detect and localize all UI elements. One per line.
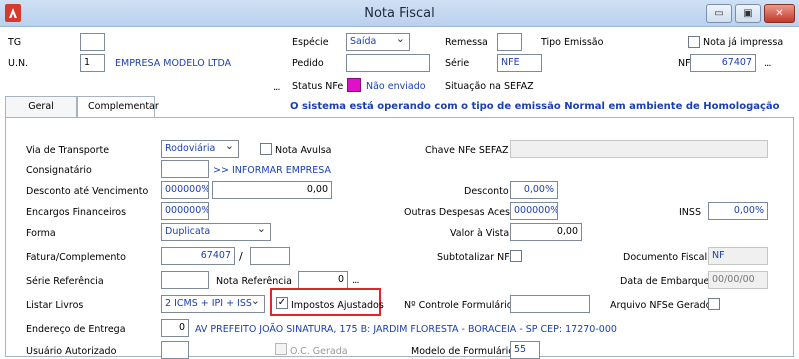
arquivo-nfse-checkbox[interactable] [708,298,720,310]
serie-ref-label: Série Referência [26,276,104,287]
fatura-label: Fatura/Complemento [26,252,126,263]
status-color-swatch [347,78,361,92]
status-nfe-value: Não enviado [366,81,426,92]
fatura-separator: / [239,250,243,263]
remessa-label: Remessa [445,37,488,48]
especie-select[interactable]: Saída [346,33,410,51]
desconto-label: Desconto [464,186,509,197]
desconto-input[interactable]: 0,00% [510,181,558,199]
encargos-input[interactable]: 000000% [161,202,209,220]
oc-gerada-label: O.C. Gerada [290,346,348,357]
controle-formulario-label: Nº Controle Formulário [404,300,513,311]
desconto-venc-pct-input[interactable]: 000000% [161,181,209,199]
valor-vista-input[interactable]: 0,00 [510,223,582,241]
tipo-emissao-label: Tipo Emissão [541,37,604,48]
modelo-formulario-input[interactable]: 55 [510,341,540,359]
tg-label: TG [8,37,22,48]
nf-lookup-button[interactable]: ... [764,58,771,69]
window-title: Nota Fiscal [364,6,435,21]
un-input[interactable]: 1 [80,54,105,72]
documento-fiscal-label: Documento Fiscal [623,252,708,263]
forma-select[interactable]: Duplicata [161,223,271,241]
forma-label: Forma [26,228,56,239]
close-button[interactable]: ✕ [764,4,795,23]
status-lookup-button[interactable]: ... [273,82,280,93]
impostos-ajustados-label: Impostos Ajustados [291,300,384,311]
endereco-label: Endereço de Entrega [26,324,126,335]
title-bar: Nota Fiscal ▭ ▣ ✕ [0,0,799,27]
subtotalizar-checkbox[interactable] [510,250,522,262]
nota-ja-impressa-label: Nota já impressa [703,37,784,48]
impostos-ajustados-checkbox[interactable]: ✓ [276,297,288,309]
serie-label: Série [445,58,470,69]
consignatario-hint: >> INFORMAR EMPRESA [213,165,331,176]
listar-livros-select[interactable]: 2 ICMS + IPI + ISS [161,295,265,313]
nf-label: NF [678,58,691,69]
pedido-label: Pedido [292,58,324,69]
remessa-input[interactable] [497,33,522,51]
inss-label: INSS [679,207,701,218]
tab-complementar[interactable]: Complementar [77,96,159,118]
desconto-venc-label: Desconto até Vencimento [26,186,149,197]
maximize-button[interactable]: ▣ [735,4,761,23]
nota-avulsa-label: Nota Avulsa [275,145,332,156]
pedido-input[interactable] [346,54,430,72]
data-embarque-label: Data de Embarque [620,276,710,287]
serie-ref-input[interactable] [161,271,209,289]
nota-ref-input[interactable]: 0 [298,271,348,289]
oc-gerada-checkbox [275,343,287,355]
usuario-label: Usuário Autorizado [26,346,117,357]
data-embarque-input[interactable]: 00/00/00 [708,271,768,289]
tab-geral[interactable]: Geral [5,96,77,117]
documento-fiscal-input[interactable]: NF [708,247,768,265]
outras-despesas-label: Outras Despesas Aces. [404,207,514,218]
modelo-formulario-label: Modelo de Formulário [411,346,515,357]
listar-livros-label: Listar Livros [26,300,84,311]
via-transporte-label: Via de Transporte [26,145,110,156]
endereco-num-input[interactable]: 0 [161,319,189,337]
consignatario-input[interactable] [161,160,209,178]
environment-banner: O sistema está operando com o tipo de em… [290,101,780,112]
valor-vista-label: Valor à Vista [450,228,510,239]
minimize-button[interactable]: ▭ [706,4,732,23]
subtotalizar-label: Subtotalizar NF [437,252,510,263]
nota-ref-lookup-button[interactable]: ... [352,275,359,286]
nota-avulsa-checkbox[interactable] [260,143,272,155]
nf-input[interactable]: 67407 [690,54,756,72]
status-nfe-label: Status NFe [292,81,344,92]
tg-input[interactable] [80,33,105,51]
fatura-input[interactable]: 67407 [161,247,235,265]
outras-despesas-input[interactable]: 000000% [510,202,558,220]
desconto-venc-value-input[interactable]: 0,00 [212,181,332,199]
un-label: U.N. [8,58,29,69]
serie-input[interactable]: NFE [497,54,542,72]
endereco-value: AV PREFEITO JOÃO SINATURA, 175 B: JARDIM… [195,324,617,335]
nota-ref-label: Nota Referência [216,276,292,287]
arquivo-nfse-label: Arquivo NFSe Gerado [610,300,712,311]
chave-nfe-label: Chave NFe SEFAZ [425,145,509,156]
situacao-sefaz-label: Situação na SEFAZ [445,81,534,92]
inss-input[interactable]: 0,00% [708,202,768,220]
fatura-complemento-input[interactable] [250,247,290,265]
usuario-input[interactable] [161,341,189,359]
nota-ja-impressa-checkbox[interactable] [688,36,700,48]
chave-nfe-input[interactable] [510,140,768,158]
consignatario-label: Consignatário [26,165,92,176]
especie-label: Espécie [292,37,329,48]
via-transporte-select[interactable]: Rodoviária [161,140,239,158]
controle-formulario-input[interactable] [510,295,590,313]
encargos-label: Encargos Financeiros [26,207,127,218]
company-name: EMPRESA MODELO LTDA [115,58,232,69]
